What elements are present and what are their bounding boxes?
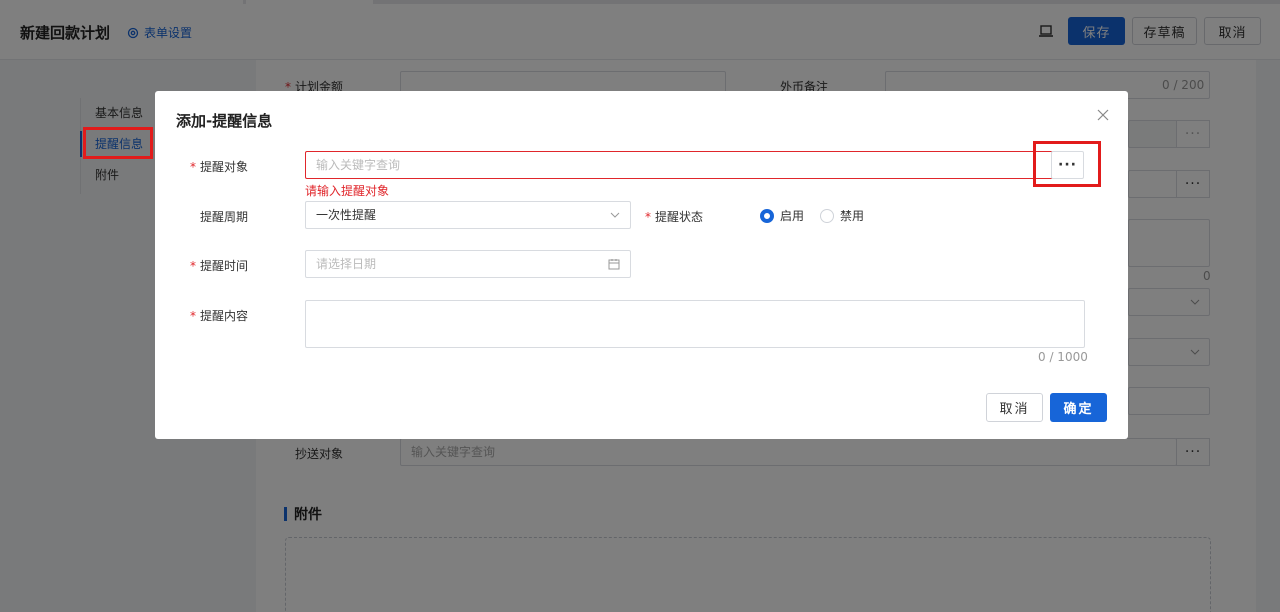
reminder-date-picker[interactable]: 请选择日期 — [305, 250, 631, 278]
status-disabled-radio[interactable]: 禁用 — [820, 207, 864, 224]
reminder-target-label: * 提醒对象 — [190, 160, 249, 174]
dialog-cancel-button[interactable]: 取消 — [986, 393, 1043, 422]
reminder-cycle-label: 提醒周期 — [200, 210, 249, 224]
reminder-status-label: * 提醒状态 — [645, 210, 704, 224]
radio-checked-icon — [760, 208, 774, 223]
dialog-title: 添加-提醒信息 — [176, 112, 273, 130]
close-icon[interactable] — [1096, 108, 1110, 122]
reminder-content-textarea[interactable] — [305, 300, 1085, 348]
reminder-content-counter: 0 / 1000 — [1038, 350, 1088, 364]
chevron-down-icon — [610, 212, 620, 218]
reminder-content-label: * 提醒内容 — [190, 309, 249, 323]
calendar-icon — [608, 259, 620, 270]
reminder-cycle-select[interactable]: 一次性提醒 — [305, 201, 631, 229]
reminder-target-error: 请输入提醒对象 — [305, 184, 390, 198]
reminder-target-input[interactable]: 输入关键字查询 — [305, 151, 1053, 179]
add-reminder-dialog: 添加-提醒信息 * 提醒对象 输入关键字查询 ··· 请输入提醒对象 提醒周期 一… — [155, 91, 1128, 439]
dialog-confirm-button[interactable]: 确定 — [1050, 393, 1107, 422]
radio-unchecked-icon — [820, 208, 834, 223]
reminder-time-label: * 提醒时间 — [190, 259, 249, 273]
status-enabled-radio[interactable]: 启用 — [760, 207, 804, 224]
reminder-target-picker-button[interactable]: ··· — [1051, 151, 1084, 179]
